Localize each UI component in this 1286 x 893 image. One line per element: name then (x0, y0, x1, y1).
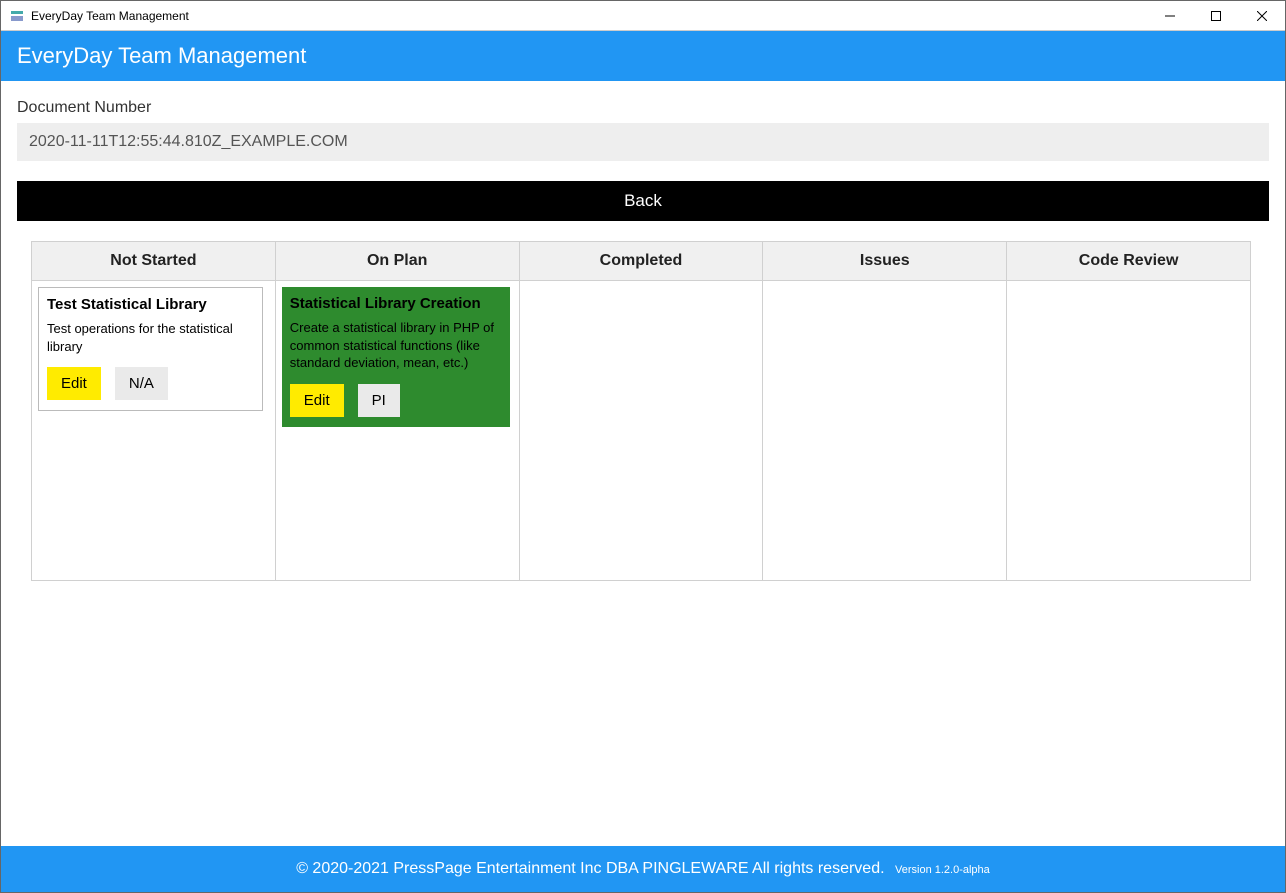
column-issues (763, 281, 1007, 581)
card-description: Test operations for the statistical libr… (47, 320, 254, 355)
card-description: Create a statistical library in PHP of c… (290, 319, 502, 372)
tag-button[interactable]: PI (358, 384, 400, 417)
back-button[interactable]: Back (17, 181, 1269, 221)
column-header-on-plan: On Plan (275, 242, 519, 281)
document-number-input[interactable] (17, 123, 1269, 161)
column-on-plan: Statistical Library Creation Create a st… (275, 281, 519, 581)
app-header: EveryDay Team Management (1, 31, 1285, 81)
card-statistical-library-creation[interactable]: Statistical Library Creation Create a st… (282, 287, 510, 427)
column-not-started: Test Statistical Library Test operations… (32, 281, 276, 581)
close-button[interactable] (1239, 1, 1285, 30)
edit-button[interactable]: Edit (47, 367, 101, 400)
main-content: Document Number Back Not Started On Plan… (1, 81, 1285, 846)
column-header-not-started: Not Started (32, 242, 276, 281)
column-header-code-review: Code Review (1007, 242, 1251, 281)
footer-copyright: © 2020-2021 PressPage Entertainment Inc … (296, 860, 884, 877)
window-titlebar: EveryDay Team Management (1, 1, 1285, 31)
minimize-button[interactable] (1147, 1, 1193, 30)
document-number-label: Document Number (17, 99, 1269, 117)
footer: © 2020-2021 PressPage Entertainment Inc … (1, 846, 1285, 892)
column-code-review (1007, 281, 1251, 581)
kanban-board: Not Started On Plan Completed Issues Cod… (31, 241, 1251, 581)
app-title: EveryDay Team Management (17, 43, 306, 68)
app-icon (9, 8, 25, 24)
maximize-button[interactable] (1193, 1, 1239, 30)
card-title: Statistical Library Creation (290, 295, 502, 313)
column-header-completed: Completed (519, 242, 763, 281)
tag-button[interactable]: N/A (115, 367, 168, 400)
card-test-statistical-library[interactable]: Test Statistical Library Test operations… (38, 287, 263, 411)
footer-version: Version 1.2.0-alpha (895, 864, 990, 876)
edit-button[interactable]: Edit (290, 384, 344, 417)
window-title: EveryDay Team Management (31, 9, 1147, 23)
column-header-issues: Issues (763, 242, 1007, 281)
column-completed (519, 281, 763, 581)
card-title: Test Statistical Library (47, 296, 254, 314)
